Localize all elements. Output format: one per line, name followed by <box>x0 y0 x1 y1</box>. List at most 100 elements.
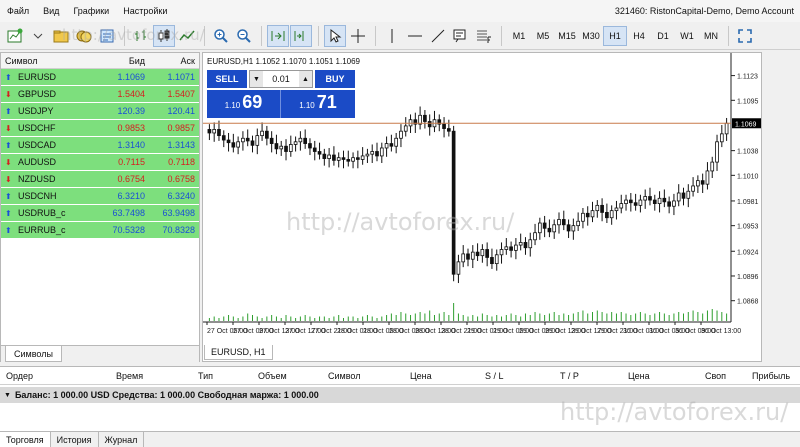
candle-body <box>605 212 609 219</box>
arrow-up-icon: ⬆ <box>5 225 12 235</box>
trendline-button[interactable] <box>427 25 449 47</box>
column-ask[interactable]: Аск <box>149 56 199 66</box>
timeframe-w1[interactable]: W1 <box>675 26 699 46</box>
menu-charts[interactable]: Графики <box>66 6 116 16</box>
timeframe-m15[interactable]: M15 <box>555 26 579 46</box>
lot-size-stepper[interactable]: ▼ 0.01 ▲ <box>249 70 313 88</box>
autoscroll-button[interactable] <box>267 24 289 47</box>
tab-journal[interactable]: Журнал <box>99 432 145 447</box>
column-price[interactable]: Цена <box>410 371 432 381</box>
candle-body <box>274 143 279 150</box>
line-chart-button[interactable] <box>176 25 198 47</box>
timeframe-d1[interactable]: D1 <box>651 26 675 46</box>
candle-body <box>399 130 403 139</box>
column-bid[interactable]: Бид <box>99 56 149 66</box>
navigator-button[interactable] <box>96 25 118 47</box>
symbol-cell: ⬇ AUDUSD <box>1 157 99 167</box>
timeframe-h4[interactable]: H4 <box>627 26 651 46</box>
zoom-in-button[interactable] <box>210 25 232 47</box>
zoom-out-button[interactable] <box>233 25 255 47</box>
market-watch-row[interactable]: ⬆ EURUSD 1.1069 1.1071 <box>1 69 199 86</box>
timeframe-m5[interactable]: M5 <box>531 26 555 46</box>
column-order[interactable]: Ордер <box>6 371 33 381</box>
arrow-up-icon: ⬆ <box>5 191 12 201</box>
dropdown-button[interactable] <box>27 25 49 47</box>
chart-shift-button[interactable] <box>290 24 312 47</box>
candle-body <box>284 145 288 152</box>
cursor-button[interactable] <box>324 24 346 47</box>
fullscreen-button[interactable] <box>734 25 756 47</box>
candle-body <box>638 199 643 206</box>
column-current-price[interactable]: Цена <box>628 371 650 381</box>
sell-button[interactable]: SELL <box>207 70 247 88</box>
one-click-trading-panel: SELL ▼ 0.01 ▲ BUY 1.10 69 1.10 71 <box>207 70 355 118</box>
lot-decrease-button[interactable]: ▼ <box>250 71 263 87</box>
timeframe-h1[interactable]: H1 <box>603 25 627 46</box>
column-sl[interactable]: S / L <box>485 371 504 381</box>
tab-eurusd-h1[interactable]: EURUSD, H1 <box>204 345 273 360</box>
buy-button[interactable]: BUY <box>315 70 355 88</box>
column-symbol[interactable]: Символ <box>1 56 99 66</box>
fibonacci-button[interactable] <box>473 25 495 47</box>
column-tp[interactable]: T / P <box>560 371 579 381</box>
column-symbol[interactable]: Символ <box>328 371 360 381</box>
crosshair-button[interactable] <box>347 25 369 47</box>
balance-summary: Баланс: 1 000.00 USD Средства: 1 000.00 … <box>14 390 319 400</box>
coins-icon <box>76 30 92 42</box>
menu-file[interactable]: Файл <box>0 6 36 16</box>
horizontal-line-button[interactable] <box>404 25 426 47</box>
column-volume[interactable]: Объем <box>258 371 287 381</box>
bar-chart-button[interactable] <box>130 25 152 47</box>
tab-symbols[interactable]: Символы <box>5 346 62 362</box>
menu-settings[interactable]: Настройки <box>116 6 174 16</box>
market-watch-row[interactable]: ⬆ USDCNH 6.3210 6.3240 <box>1 188 199 205</box>
candle-body <box>389 143 394 147</box>
market-watch-row[interactable]: ⬇ GBPUSD 1.5404 1.5407 <box>1 86 199 103</box>
candle-body <box>217 129 221 137</box>
candle-body <box>719 133 724 143</box>
column-type[interactable]: Тип <box>198 371 213 381</box>
timeframe-mn[interactable]: MN <box>699 26 723 46</box>
menu-view[interactable]: Вид <box>36 6 66 16</box>
lot-size-value[interactable]: 0.01 <box>272 74 290 84</box>
ask-cell: 70.8328 <box>162 225 195 235</box>
tab-history[interactable]: История <box>51 432 99 447</box>
market-watch-row[interactable]: ⬆ USDRUB_c 63.7498 63.9498 <box>1 205 199 222</box>
column-profit[interactable]: Прибыль <box>752 371 790 381</box>
market-watch-row[interactable]: ⬆ USDJPY 120.39 120.41 <box>1 103 199 120</box>
symbol-name: USDCNH <box>18 191 57 201</box>
open-profile-button[interactable] <box>50 25 72 47</box>
chart-window[interactable]: 1.1123 1.1095 1.1038 1.1010 1.0981 1.0953 1.09… <box>202 52 762 362</box>
new-chart-button[interactable] <box>4 25 26 47</box>
market-watch-row[interactable]: ⬇ NZDUSD 0.6754 0.6758 <box>1 171 199 188</box>
market-watch-row[interactable]: ⬆ EURRUB_c 70.5328 70.8328 <box>1 222 199 239</box>
market-watch-button[interactable] <box>73 25 95 47</box>
candle-body <box>537 222 542 234</box>
symbol-name: USDCHF <box>18 123 56 133</box>
bid-cell: 1.5404 <box>117 89 145 99</box>
lot-increase-button[interactable]: ▲ <box>299 71 312 87</box>
tab-trade[interactable]: Торговля <box>0 432 51 447</box>
timeframe-m30[interactable]: M30 <box>579 26 603 46</box>
bid-cell: 6.3210 <box>117 191 145 201</box>
terminal-panel: Ордер Время Тип Объем Символ Цена S / L … <box>0 366 800 447</box>
trendline-icon <box>431 29 445 42</box>
timeframe-m1[interactable]: M1 <box>507 26 531 46</box>
column-time[interactable]: Время <box>116 371 143 381</box>
market-watch-row[interactable]: ⬇ USDCHF 0.9853 0.9857 <box>1 120 199 137</box>
buy-price[interactable]: 1.10 71 <box>281 90 355 118</box>
sell-price[interactable]: 1.10 69 <box>207 90 281 118</box>
vertical-line-button[interactable] <box>381 25 403 47</box>
symbol-name: USDCAD <box>18 140 57 150</box>
market-watch-row[interactable]: ⬇ AUDUSD 0.7115 0.7118 <box>1 154 199 171</box>
market-watch-row[interactable]: ⬆ USDCAD 1.3140 1.3143 <box>1 137 199 154</box>
column-swap[interactable]: Своп <box>705 371 726 381</box>
balance-row[interactable]: ▼ Баланс: 1 000.00 USD Средства: 1 000.0… <box>0 387 800 403</box>
text-button[interactable] <box>450 25 472 47</box>
candlestick-chart-button[interactable] <box>153 24 175 47</box>
arrow-down-icon: ⬇ <box>5 123 12 133</box>
price-tick-label: 1.0924 <box>737 249 759 256</box>
toolbar-separator <box>728 25 729 46</box>
candle-body <box>370 151 375 155</box>
candle-body <box>456 261 461 275</box>
